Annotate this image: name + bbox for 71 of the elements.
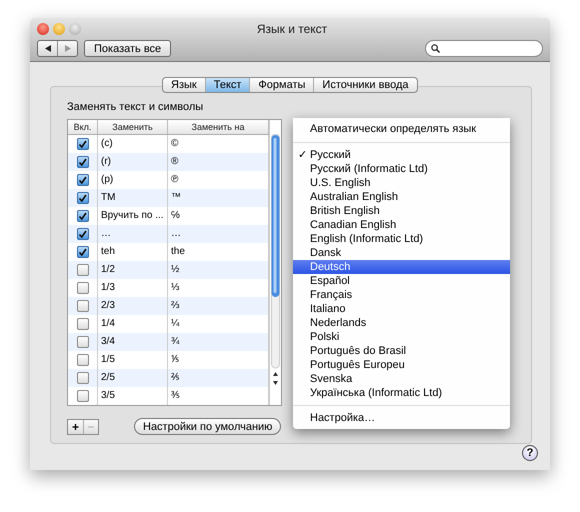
menu-item[interactable]: Canadian English [293,218,510,232]
table-cell: … [98,225,168,243]
checkbox[interactable] [76,192,88,204]
checkbox[interactable] [76,174,88,186]
menu-item[interactable]: Polski [293,330,510,344]
checkbox[interactable] [76,228,88,240]
checkbox[interactable] [76,318,88,330]
checkbox[interactable] [76,210,88,222]
section-title: Заменять текст и символы [67,101,204,113]
table-cell: 2/3 [98,297,168,315]
tab[interactable]: Язык [163,78,205,92]
column-header[interactable]: Заменить [98,120,168,134]
table-cell: TM [98,189,168,207]
checkbox[interactable] [76,354,88,366]
tab[interactable]: Текст [204,78,250,92]
checkbox[interactable] [76,138,88,150]
help-button[interactable]: ? [522,445,538,461]
table-cell: 2/5 [98,369,168,387]
menu-item[interactable]: Deutsch [293,260,510,274]
menu-item[interactable]: Dansk [293,246,510,260]
menu-item[interactable]: Русский (Informatic Ltd) [293,162,510,176]
tab[interactable]: Форматы [249,78,314,92]
restore-defaults-button[interactable]: Настройки по умолчанию [134,418,282,435]
menu-item[interactable]: Português do Brasil [293,344,510,358]
menu-item[interactable]: Español [293,274,510,288]
menu-item[interactable]: Australian English [293,190,510,204]
checkbox[interactable] [76,282,88,294]
table-cell: 3/4 [98,333,168,351]
column-header[interactable]: Вкл. [68,120,98,134]
menu-item[interactable]: Svenska [293,372,510,386]
menu-item[interactable]: Nederlands [293,316,510,330]
column-header[interactable]: Заменить на [168,120,269,134]
checkbox[interactable] [76,246,88,258]
table-cell: ½ [168,261,269,279]
menu-item[interactable]: Português Europeu [293,358,510,372]
menu-item[interactable]: Українська (Informatic Ltd) [293,386,510,400]
window-title: Язык и текст [256,22,328,36]
menu-item[interactable]: ✓ Русский [293,148,510,162]
menu-item[interactable]: Italiano [293,302,510,316]
table-cell: ⅔ [168,297,269,315]
table-cell: ® [168,153,269,171]
search-icon [431,44,440,53]
menu-item[interactable]: Автоматически определять язык [293,122,510,137]
menu-item[interactable]: Настройка… [293,411,510,425]
menu-item[interactable]: Français [293,288,510,302]
table-cell: ™ [168,189,269,207]
tab[interactable]: Источники ввода [313,78,417,92]
table-cell: (r) [98,153,168,171]
checkbox[interactable] [76,336,88,348]
checkbox[interactable] [76,264,88,276]
menu-item[interactable]: U.S. English [293,176,510,190]
check-mark: ✓ [298,148,307,162]
table-cell: 1/2 [98,261,168,279]
back-icon[interactable] [44,45,50,52]
table-cell: … [168,225,269,243]
show-all-button[interactable]: Показать все [84,40,172,57]
table-cell: ¾ [168,333,269,351]
close-icon[interactable] [37,23,49,35]
menu-item[interactable]: British English [293,204,510,218]
table-cell: ⅖ [168,369,269,387]
back-forward-control[interactable] [37,40,78,57]
table-cell: 3/5 [98,387,168,405]
checkbox[interactable] [76,300,88,312]
search-field[interactable] [425,40,543,57]
menu-item[interactable]: English (Informatic Ltd) [293,232,510,246]
checkbox[interactable] [76,390,88,402]
forward-icon[interactable] [64,45,70,52]
table-cell: ⅗ [168,387,269,405]
checkbox[interactable] [76,372,88,384]
checkbox[interactable] [76,156,88,168]
add-button[interactable]: + [68,420,83,434]
